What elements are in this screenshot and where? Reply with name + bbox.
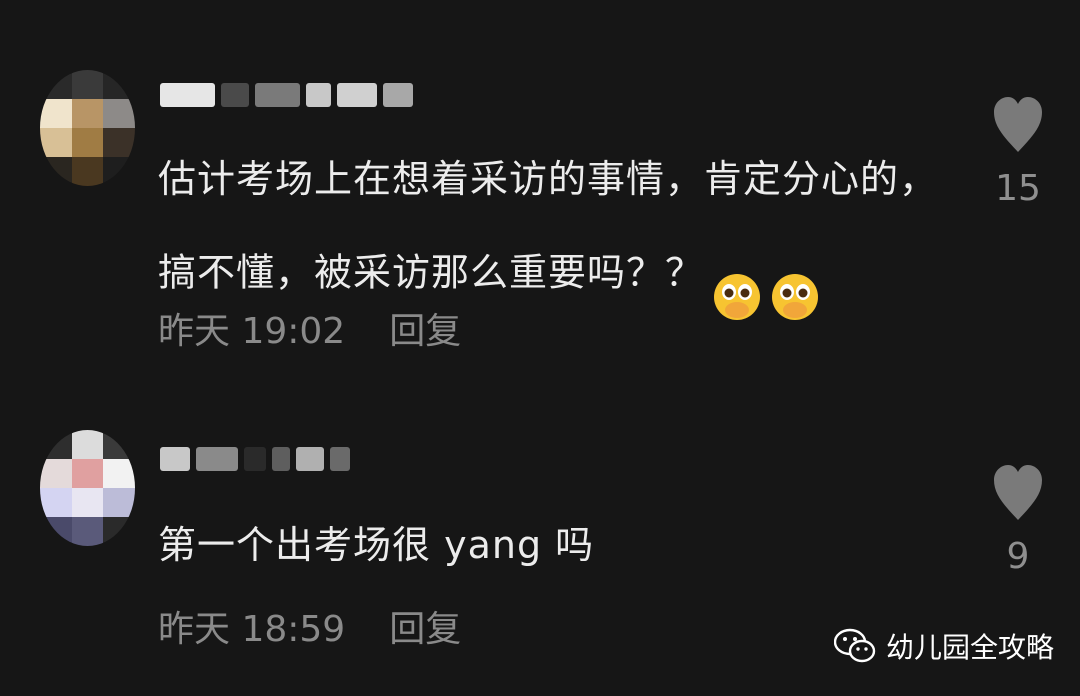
- comment-time: 昨天 19:02: [158, 311, 346, 352]
- heart-icon[interactable]: [993, 464, 1043, 522]
- like-button[interactable]: 15: [990, 96, 1046, 209]
- comment-meta: 昨天 18:59 回复: [158, 600, 461, 652]
- wechat-icon: [834, 628, 876, 663]
- watermark: 幼儿园全攻略: [834, 626, 1054, 666]
- comment-time: 昨天 18:59: [158, 609, 346, 650]
- like-count: 9: [1006, 536, 1030, 577]
- watermark-text: 幼儿园全攻略: [886, 631, 1055, 664]
- comment-meta: 昨天 19:02 回复: [158, 302, 461, 354]
- username-blurred[interactable]: [160, 80, 413, 110]
- like-count: 15: [995, 168, 1041, 209]
- reply-button[interactable]: 回复: [389, 302, 461, 354]
- username-blurred[interactable]: [160, 444, 350, 474]
- avatar[interactable]: [40, 430, 135, 546]
- comment-text: 第一个出考场很 yang 吗: [158, 523, 595, 567]
- avatar[interactable]: [40, 70, 135, 186]
- reply-button[interactable]: 回复: [389, 600, 461, 652]
- like-button[interactable]: 9: [990, 464, 1046, 577]
- heart-icon[interactable]: [993, 96, 1043, 154]
- pleading-face-emoji: [712, 210, 762, 340]
- pleading-face-emoji: [770, 210, 820, 340]
